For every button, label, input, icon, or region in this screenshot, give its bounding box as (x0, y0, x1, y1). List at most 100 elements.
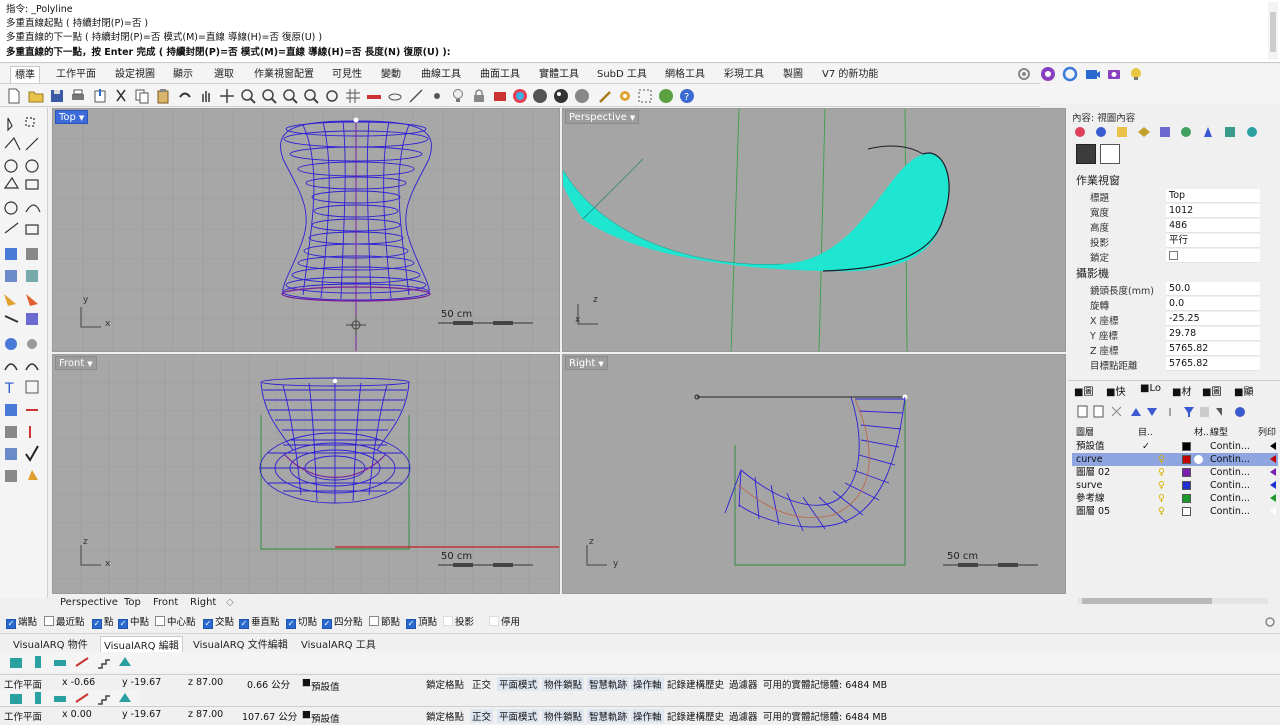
toggle-ortho[interactable]: 正交 (472, 677, 491, 691)
wand-icon[interactable] (598, 88, 614, 104)
grid-icon[interactable] (345, 88, 361, 104)
toggle-filter[interactable]: 過濾器 (729, 677, 758, 691)
layer-toolbar-icons[interactable] (1076, 405, 1256, 419)
lightbulb-icon[interactable] (450, 88, 466, 104)
tab-cplanes[interactable]: 工作平面 (52, 66, 100, 83)
zoom-icon[interactable] (240, 88, 256, 104)
osnap-project[interactable]: 投影 (443, 616, 474, 629)
tab-solid-tools[interactable]: 實體工具 (535, 66, 583, 83)
color-wheel-icon[interactable] (512, 88, 528, 104)
layer-swatch[interactable]: ■ 預設值 (302, 677, 340, 693)
vaq-tab-objects[interactable]: VisualARQ 物件 (10, 636, 91, 651)
import-icon[interactable] (92, 88, 108, 104)
cut-icon[interactable] (113, 88, 129, 104)
print-icon[interactable] (70, 88, 86, 104)
viewport-label-top[interactable]: Top ▼ (55, 110, 89, 124)
globe-icon[interactable] (658, 88, 674, 104)
layers-scrollbar[interactable] (1078, 598, 1268, 604)
open-folder-icon[interactable] (28, 88, 44, 104)
vtab-top[interactable]: Top (124, 597, 141, 608)
wireframe-icon[interactable] (387, 88, 403, 104)
vaq-tab-tools[interactable]: VisualARQ 工具 (298, 636, 379, 651)
osnap-quad[interactable]: ✓ 四分點 (322, 616, 363, 629)
slab-icon[interactable] (74, 690, 90, 706)
gear-icon[interactable] (1016, 66, 1032, 82)
viewport-tab-icon[interactable] (1100, 144, 1120, 164)
wall-icon[interactable] (8, 690, 24, 706)
command-scrollbar[interactable] (1268, 2, 1278, 60)
rhino-render-icon[interactable] (1040, 66, 1056, 82)
osnap-center[interactable]: 中心點 (155, 616, 196, 629)
tab-display[interactable]: 顯示 (169, 66, 197, 83)
undo-view-icon[interactable] (324, 88, 340, 104)
property-type-icons[interactable] (1074, 125, 1274, 143)
toggle-filter[interactable]: 過濾器 (729, 709, 758, 723)
tab-standard[interactable]: 標準 (10, 66, 40, 83)
toggle-ortho[interactable]: 正交 (470, 709, 494, 723)
vtab-front[interactable]: Front (153, 597, 178, 608)
camera-icon[interactable] (1084, 66, 1100, 82)
settings-gear-icon[interactable] (1264, 616, 1276, 631)
viewport-perspective[interactable]: Perspective ▼ z x (562, 108, 1066, 352)
cplane-icon[interactable] (408, 88, 424, 104)
osnap-vertex[interactable]: ✓ 頂點 (406, 616, 437, 629)
wall-icon[interactable] (8, 654, 24, 670)
tab-surface-tools[interactable]: 曲面工具 (476, 66, 524, 83)
cplane-label[interactable]: 工作平面 (4, 677, 42, 691)
viewport-label-right[interactable]: Right ▼ (565, 356, 608, 370)
osnap-intersection[interactable]: ✓ 交點 (203, 616, 234, 629)
column-icon[interactable] (30, 690, 46, 706)
tab-transform[interactable]: 變動 (377, 66, 405, 83)
toggle-planar[interactable]: 平面模式 (497, 677, 540, 691)
pan-hand-icon[interactable] (198, 88, 214, 104)
tab-drafting[interactable]: 製圖 (779, 66, 807, 83)
rotate-view-icon[interactable] (219, 88, 235, 104)
zoom-window-icon[interactable] (261, 88, 277, 104)
tab-set-view[interactable]: 設定視圖 (111, 66, 159, 83)
toggle-planar[interactable]: 平面模式 (497, 709, 540, 723)
help-icon[interactable]: ? (679, 88, 695, 104)
cplane-label[interactable]: 工作平面 (4, 709, 42, 723)
viewport-label-perspective[interactable]: Perspective ▼ (565, 110, 640, 124)
paste-icon[interactable] (155, 88, 171, 104)
point-icon[interactable] (429, 88, 445, 104)
layer-row[interactable]: 圖層 02 ♀ Contin... (1072, 466, 1278, 479)
options-gear-icon[interactable] (617, 88, 633, 104)
tab-subd-tools[interactable]: SubD 工具 (593, 66, 651, 83)
zoom-selected-icon[interactable] (303, 88, 319, 104)
osnap-near[interactable]: 最近點 (44, 616, 85, 629)
toggle-history[interactable]: 記錄建構歷史 (667, 709, 724, 723)
tab-visibility[interactable]: 可見性 (328, 66, 366, 83)
panel-tab-show[interactable]: ■顯 (1234, 383, 1253, 398)
toggle-smarttrack[interactable]: 智慧軌跡 (587, 709, 630, 723)
refresh-icon[interactable] (1062, 66, 1078, 82)
layer-row[interactable]: 預設值 ✓ Contin... (1072, 440, 1278, 453)
panel-tab-snapshot[interactable]: ■快 (1106, 383, 1125, 398)
new-file-icon[interactable] (6, 88, 22, 104)
layer-row[interactable]: surve ♀ Contin... (1072, 479, 1278, 492)
panel-tab-layout[interactable]: ■Lo (1140, 383, 1161, 394)
roof-icon[interactable] (117, 690, 133, 706)
render-sphere-icon[interactable] (553, 88, 569, 104)
toggle-gumball[interactable]: 操作軸 (631, 709, 664, 723)
save-icon[interactable] (49, 88, 65, 104)
osnap-knot[interactable]: 節點 (369, 616, 400, 629)
toggle-osnap[interactable]: 物件鎖點 (542, 677, 585, 691)
panel-tab-layers[interactable]: ■圖 (1074, 383, 1093, 398)
osnap-end[interactable]: ✓ 端點 (6, 616, 37, 629)
viewport-top[interactable]: Top ▼ y x 50 cm (52, 108, 560, 352)
tab-render-tools[interactable]: 彩現工具 (720, 66, 768, 83)
osnap-mid[interactable]: ✓ 中點 (118, 616, 149, 629)
panel-tab-display[interactable]: ■圖 (1202, 383, 1221, 398)
zoom-extents-icon[interactable] (282, 88, 298, 104)
column-icon[interactable] (30, 654, 46, 670)
vaq-tab-edit[interactable]: VisualARQ 編輯 (100, 636, 183, 652)
tab-curve-tools[interactable]: 曲線工具 (417, 66, 465, 83)
undo-icon[interactable] (177, 88, 193, 104)
stair-icon[interactable] (96, 690, 112, 706)
lock-checkbox[interactable] (1166, 249, 1260, 263)
toggle-history[interactable]: 記錄建構歷史 (667, 677, 724, 691)
shaded-sphere-icon[interactable] (532, 88, 548, 104)
toggle-grid-snap[interactable]: 鎖定格點 (426, 709, 464, 723)
tab-viewport-layout[interactable]: 作業視窗配置 (250, 66, 318, 83)
